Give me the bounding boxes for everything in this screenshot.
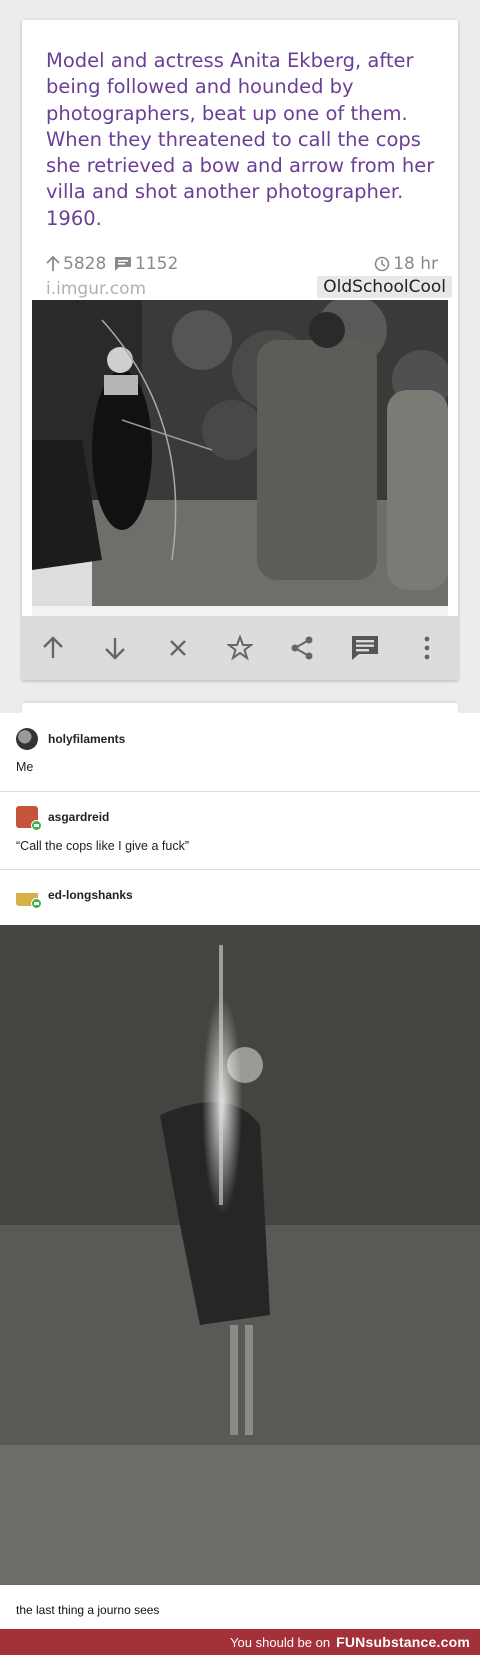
post-domain[interactable]: i.imgur.com xyxy=(46,279,146,299)
more-vertical-icon xyxy=(424,636,430,660)
share-icon xyxy=(291,636,313,660)
downvote-button[interactable] xyxy=(97,630,133,666)
comment-icon xyxy=(115,257,131,271)
save-button[interactable] xyxy=(222,630,258,666)
comment-count-value: 1152 xyxy=(135,254,179,274)
comments-icon xyxy=(351,636,378,660)
archer-photo xyxy=(0,925,480,1585)
post-meta: 5828 1152 18 hr xyxy=(46,254,438,276)
online-badge-icon xyxy=(31,898,42,909)
reddit-post-card[interactable]: Model and actress Anita Ekberg, after be… xyxy=(22,20,458,680)
post-title[interactable]: Model and actress Anita Ekberg, after be… xyxy=(46,48,442,232)
avatar[interactable] xyxy=(16,884,42,909)
share-button[interactable] xyxy=(284,630,320,666)
up-arrow-icon xyxy=(46,256,60,271)
thread-caption: the last thing a journo sees xyxy=(16,1603,160,1617)
anita-ekberg-photo xyxy=(32,300,448,606)
online-badge-icon xyxy=(31,820,42,831)
upvote-icon xyxy=(43,636,63,658)
avatar[interactable] xyxy=(16,728,38,750)
more-button[interactable] xyxy=(409,630,445,666)
reblog-text: Me xyxy=(16,760,34,774)
username[interactable]: holyfilaments xyxy=(48,732,125,746)
comments-button[interactable] xyxy=(347,630,383,666)
next-card-peek xyxy=(22,703,458,713)
divider xyxy=(0,869,480,870)
watermark-footer: You should be on FUNsubstance.com xyxy=(0,1629,480,1655)
entry-header: holyfilaments xyxy=(16,727,125,751)
footer-brand[interactable]: FUNsubstance.com xyxy=(336,1634,470,1650)
divider xyxy=(0,791,480,792)
footer-message: You should be on xyxy=(230,1634,331,1650)
username[interactable]: ed-longshanks xyxy=(48,888,133,902)
post-age: 18 hr xyxy=(374,254,438,274)
downvote-icon xyxy=(105,638,126,660)
clock-icon xyxy=(374,256,390,272)
score-value: 5828 xyxy=(63,254,107,274)
close-icon xyxy=(169,640,186,656)
comment-count: 1152 xyxy=(114,254,178,274)
entry-header: ed-longshanks xyxy=(16,883,133,909)
post-age-value: 18 hr xyxy=(393,254,438,274)
night-photo[interactable] xyxy=(0,925,480,1585)
username[interactable]: asgardreid xyxy=(48,810,109,824)
score: 5828 xyxy=(46,254,106,274)
hide-button[interactable] xyxy=(160,630,196,666)
star-icon xyxy=(226,635,253,661)
avatar[interactable] xyxy=(16,806,42,831)
post-image[interactable] xyxy=(32,300,448,626)
subreddit-tag[interactable]: OldSchoolCool xyxy=(317,276,452,298)
post-action-bar xyxy=(22,616,458,680)
reblog-text: “Call the cops like I give a fuck” xyxy=(16,839,189,853)
entry-header: asgardreid xyxy=(16,805,109,831)
upvote-button[interactable] xyxy=(35,630,71,666)
